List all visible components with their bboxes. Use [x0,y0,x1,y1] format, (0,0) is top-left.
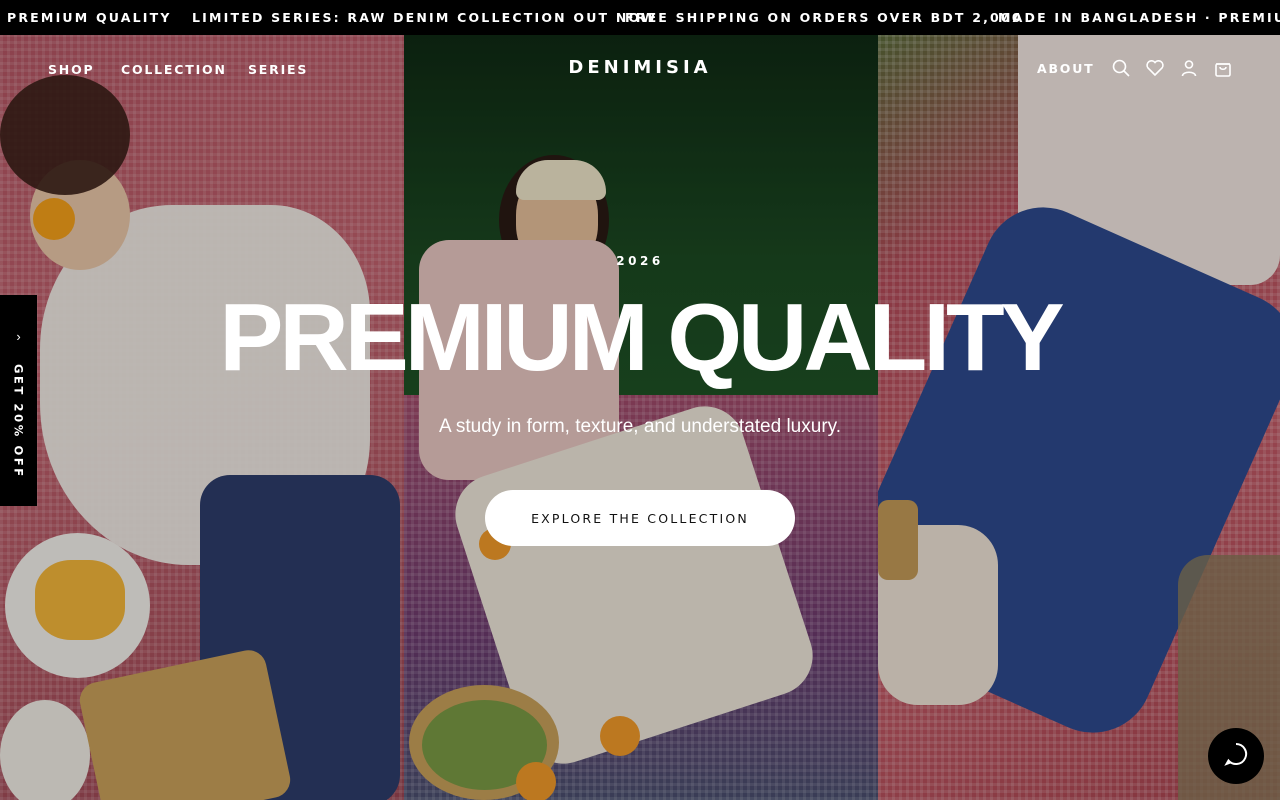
explore-collection-button[interactable]: EXPLORE THE COLLECTION [485,490,795,546]
announcement-message: LIMITED SERIES: RAW DENIM COLLECTION OUT… [192,10,658,25]
announcement-bar: PREMIUM QUALITY LIMITED SERIES: RAW DENI… [0,0,1280,35]
user-icon[interactable] [1179,58,1199,78]
chat-button[interactable] [1208,728,1264,784]
heart-icon[interactable] [1145,58,1165,78]
discount-label: GET 20% OFF [11,364,26,479]
hero-year: 2026 [616,254,664,268]
chevron-right-icon: › [16,329,21,344]
announcement-message: PREMIUM QUALITY [7,10,172,25]
cart-icon[interactable] [1213,58,1233,78]
chat-bubble-icon [1223,741,1249,772]
search-icon[interactable] [1111,58,1131,78]
hero-subline: A study in form, texture, and understate… [438,416,842,437]
nav-about-link[interactable]: ABOUT [1037,61,1095,76]
announcement-message: FREE SHIPPING ON ORDERS OVER BDT 2,000 [625,10,1023,25]
announcement-message: MADE IN BANGLADESH · PREMIUM QUA [998,10,1280,25]
hero-headline: PREMIUM QUALITY [219,284,1064,391]
discount-side-tab[interactable]: › GET 20% OFF [0,295,37,506]
